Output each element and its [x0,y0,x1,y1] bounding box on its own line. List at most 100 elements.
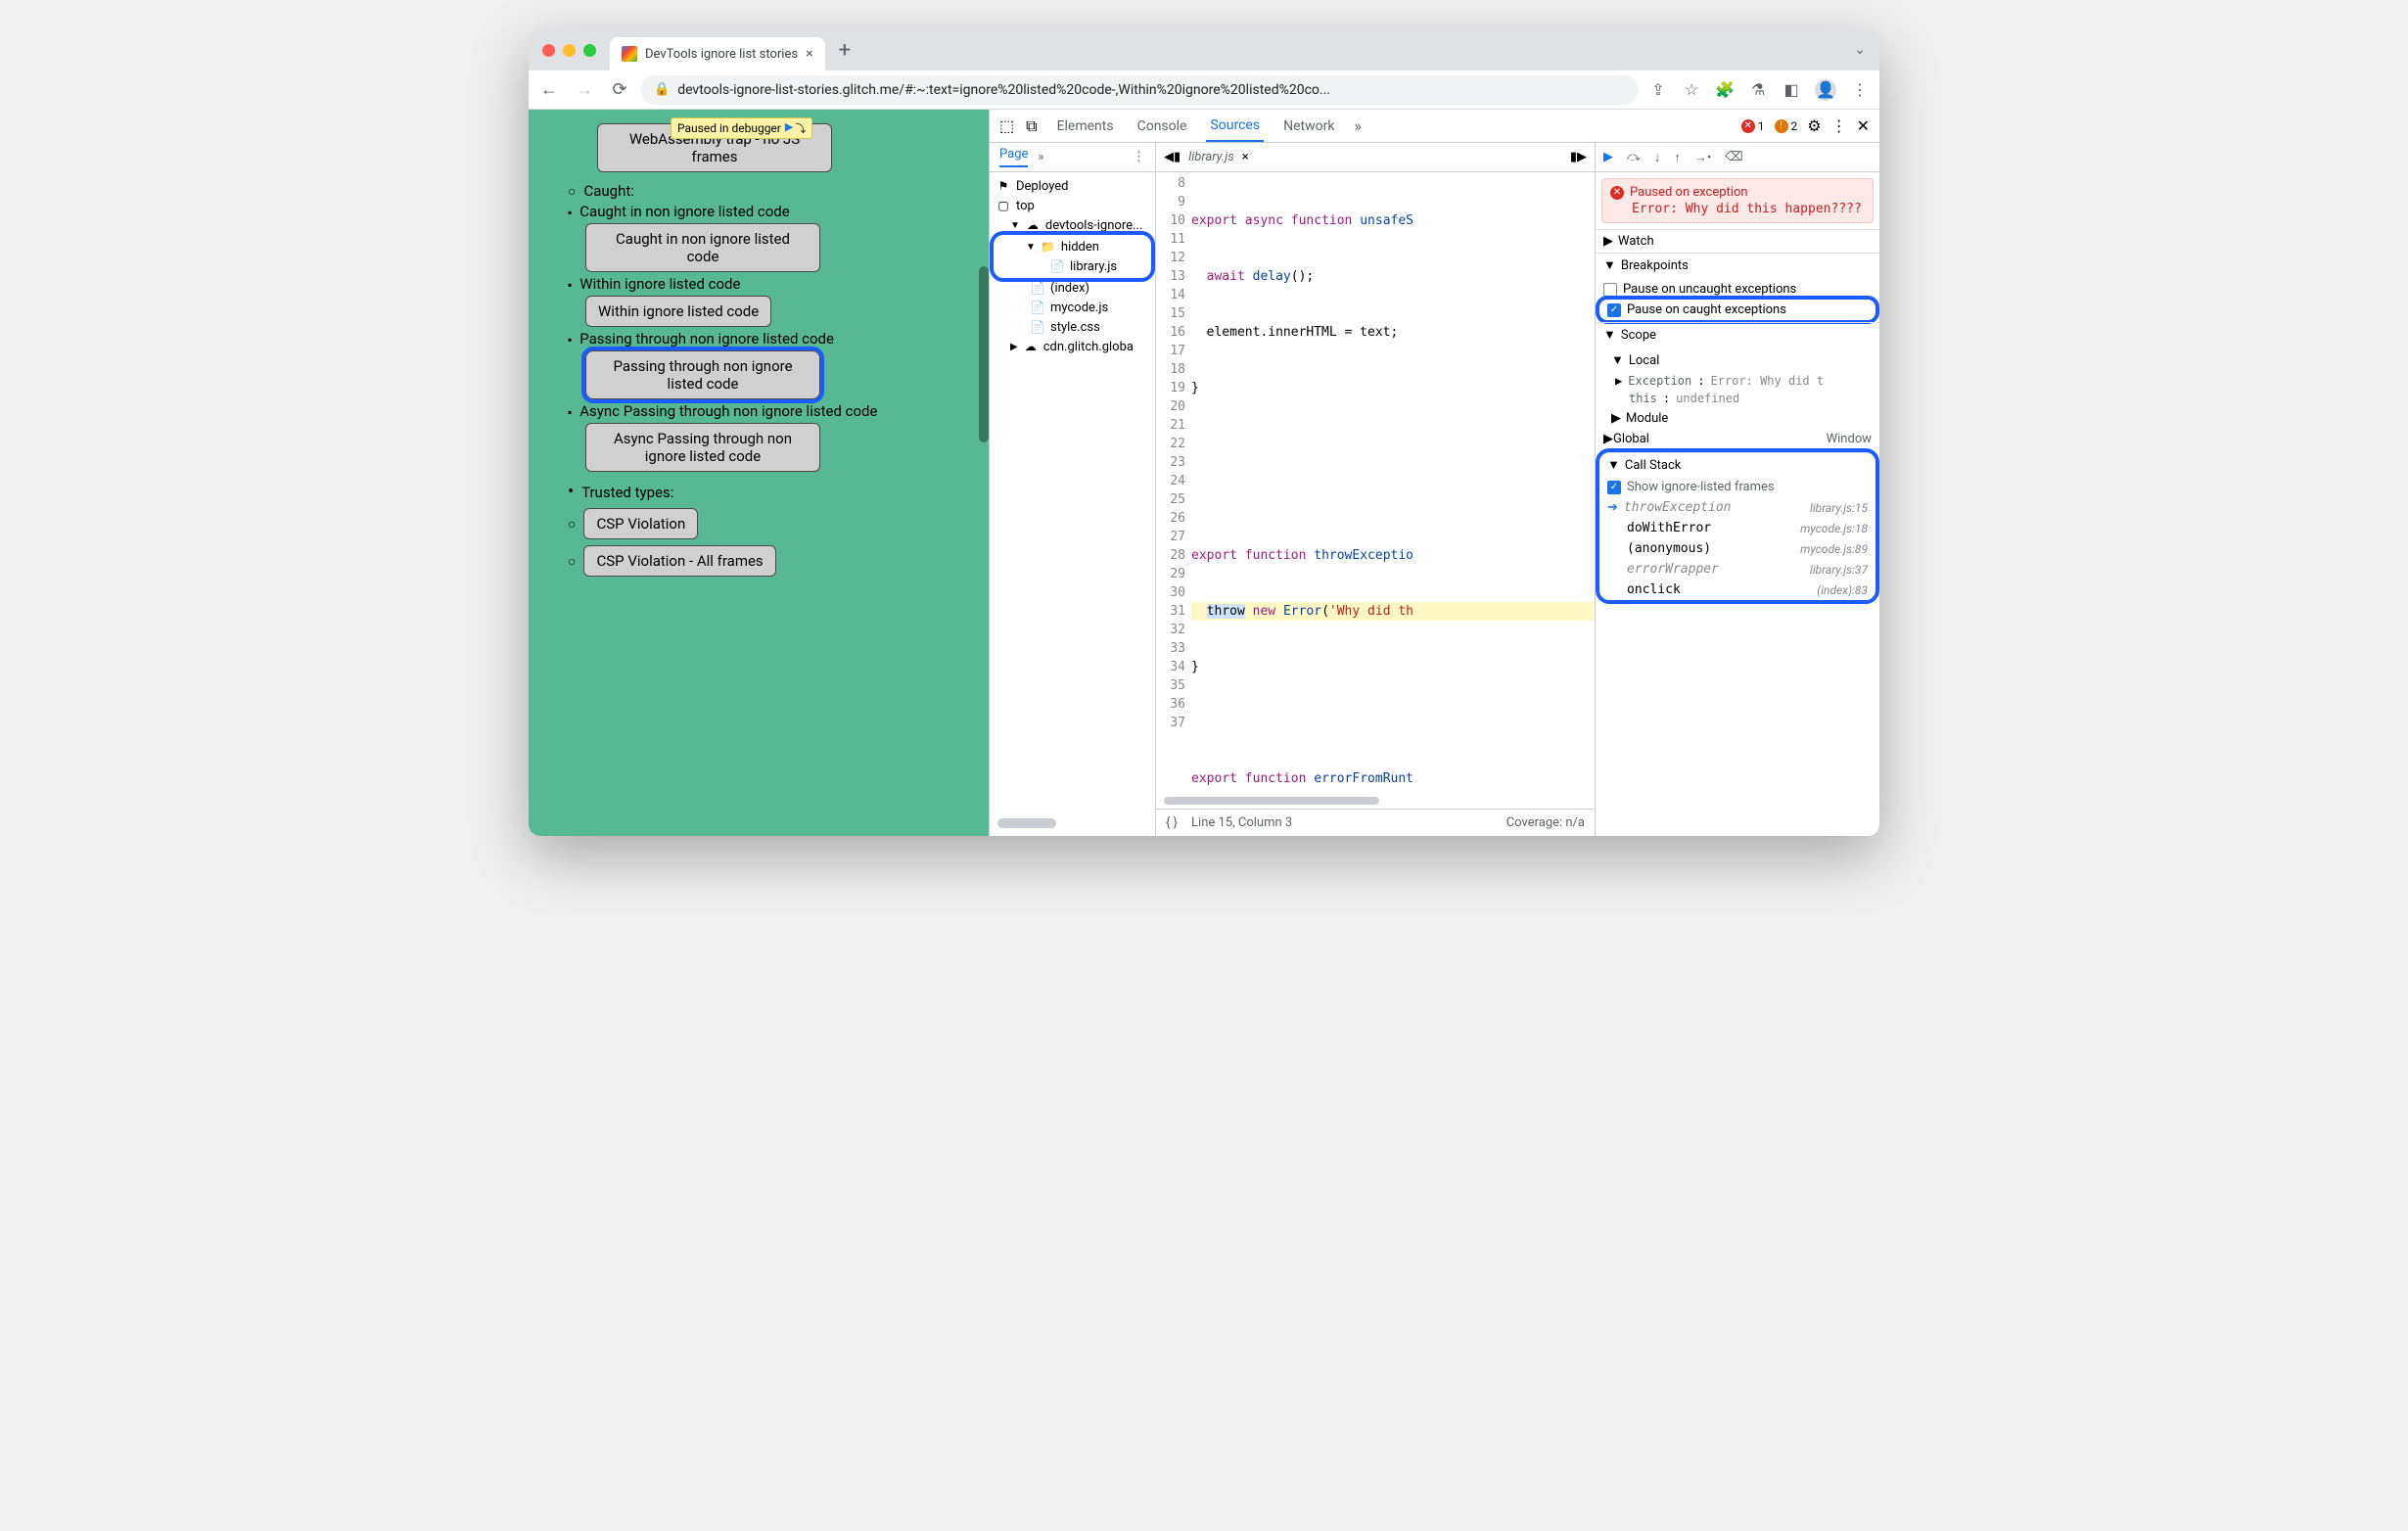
frame-function: errorWrapper [1627,562,1719,577]
tab-list-chevron-icon[interactable]: ⌄ [1854,42,1866,58]
reload-button[interactable]: ⟳ [609,79,630,101]
browser-toolbar: ← → ⟳ 🔒 devtools-ignore-list-stories.gli… [529,70,1879,110]
section-watch[interactable]: ▶Watch [1596,230,1879,253]
close-tab-icon[interactable]: × [806,46,812,62]
file-icon: 📄 [1030,280,1045,296]
address-bar[interactable]: 🔒 devtools-ignore-list-stories.glitch.me… [640,75,1639,105]
pretty-print-icon[interactable]: { } [1166,815,1178,830]
navigator-more-icon[interactable]: » [1038,150,1043,164]
deactivate-breakpoints-icon[interactable]: ⌫ [1725,150,1742,164]
section-breakpoints[interactable]: ▼Breakpoints [1596,254,1879,277]
async-passing-button[interactable]: Async Passing through non ignore listed … [585,423,820,472]
scope-exception[interactable]: ▶Exception: Error: Why did t [1596,372,1879,390]
error-icon: ✕ [1610,186,1624,200]
call-stack-frame[interactable]: onclick(index):83 [1599,580,1875,600]
csp-violation-button[interactable]: CSP Violation [583,508,698,539]
tree-mycode-file[interactable]: 📄mycode.js [990,298,1155,317]
call-stack-frame[interactable]: ➔throwExceptionlibrary.js:15 [1599,497,1875,518]
within-ignore-button[interactable]: Within ignore listed code [585,296,771,327]
settings-icon[interactable]: ⚙ [1807,116,1821,135]
tree-deployed[interactable]: ⚑Deployed [990,176,1155,196]
browser-tab[interactable]: DevTools ignore list stories × [610,37,825,70]
resume-icon[interactable]: ▶ [785,120,793,136]
tree-top[interactable]: ▢top [990,196,1155,215]
tree-library-file[interactable]: 📄library.js [996,256,1149,276]
toggle-navigator-icon[interactable]: ◀▮ [1164,150,1181,164]
tree-index-file[interactable]: 📄(index) [990,278,1155,298]
within-ignore-label: Within ignore listed code [579,275,740,293]
step-into-icon[interactable]: ↓ [1654,150,1661,165]
navigator-kebab-icon[interactable]: ⋮ [1133,150,1145,164]
call-stack-frame[interactable]: errorWrapper library.js:37 [1599,559,1875,580]
labs-icon[interactable]: ⚗ [1748,80,1768,100]
url-text: devtools-ignore-list-stories.glitch.me/#… [677,82,1330,98]
bp-uncaught-row[interactable]: Pause on uncaught exceptions [1596,279,1879,300]
step-out-icon[interactable]: ↑ [1674,150,1681,165]
scope-local[interactable]: ▼Local [1596,348,1879,372]
call-stack-frame[interactable]: doWithErrormycode.js:18 [1599,518,1875,538]
section-scope[interactable]: ▼Scope [1596,323,1879,347]
new-tab-button[interactable]: + [839,38,851,63]
scope-global[interactable]: ▶ GlobalWindow [1596,430,1879,448]
more-tabs-icon[interactable]: » [1354,116,1362,135]
call-stack-frame[interactable]: (anonymous)mycode.js:89 [1599,538,1875,559]
pause-reason-box: ✕Paused on exception Error: Why did this… [1601,178,1874,223]
frame-location: library.js:15 [1810,501,1868,515]
tree-cdn[interactable]: ▶☁cdn.glitch.globa [990,337,1155,356]
frame-location: mycode.js:18 [1800,522,1868,535]
pause-message: Error: Why did this happen???? [1632,202,1865,216]
frame-icon: ▢ [996,198,1011,213]
caught-non-ignore-button[interactable]: Caught in non ignore listed code [585,223,820,272]
forward-button[interactable]: → [574,79,595,101]
show-ignore-listed-row[interactable]: ✓Show ignore-listed frames [1599,477,1875,497]
menu-icon[interactable]: ⋮ [1850,80,1870,100]
passing-through-button[interactable]: Passing through non ignore listed code [585,350,820,399]
section-call-stack[interactable]: ▼Call Stack [1599,453,1875,477]
toggle-debugger-icon[interactable]: ▮▶ [1570,150,1587,164]
error-count-badge[interactable]: ✕1 [1741,119,1765,133]
tree-style-file[interactable]: 📄style.css [990,317,1155,337]
bookmark-icon[interactable]: ☆ [1682,80,1701,100]
share-icon[interactable]: ⇪ [1648,80,1668,100]
checkbox-checked-icon[interactable]: ✓ [1607,303,1621,317]
step-icon[interactable]: →• [1694,150,1711,165]
step-over-icon[interactable]: ⤼ [1627,150,1641,164]
minimize-window-icon[interactable] [563,44,576,57]
bp-caught-row[interactable]: ✓Pause on caught exceptions [1599,300,1875,320]
profile-icon[interactable]: 👤 [1815,79,1836,101]
devtools-menu-icon[interactable]: ⋮ [1831,116,1847,135]
navigator-page-tab[interactable]: Page [999,147,1028,167]
close-devtools-icon[interactable]: ✕ [1857,116,1870,135]
close-file-icon[interactable]: × [1242,150,1249,164]
device-icon[interactable]: ⧉ [1026,116,1037,136]
navigator-hscroll[interactable] [997,818,1147,832]
code-lines[interactable]: export async function unsafeS await dela… [1191,172,1595,797]
resume-button[interactable]: ▶ [1603,150,1613,164]
extensions-icon[interactable]: 🧩 [1715,80,1735,100]
editor-hscroll[interactable] [1156,797,1595,809]
tree-site[interactable]: ▼☁devtools-ignore... [990,215,1155,235]
tree-hidden-folder[interactable]: ▼📁hidden [996,237,1149,256]
maximize-window-icon[interactable] [583,44,596,57]
scope-module[interactable]: ▶Module [1596,407,1879,430]
tab-sources[interactable]: Sources [1206,111,1264,142]
frame-function: onclick [1627,582,1681,597]
checkbox-checked-icon[interactable]: ✓ [1607,481,1621,494]
tab-elements[interactable]: Elements [1053,112,1118,141]
inspect-icon[interactable]: ⬚ [999,116,1014,135]
page-scrollbar[interactable] [979,266,989,442]
checkbox-unchecked-icon[interactable] [1603,283,1617,297]
warning-count-badge[interactable]: !2 [1775,119,1798,133]
line-gutter: 8910111213141516171819202122232425262728… [1156,172,1191,797]
close-window-icon[interactable] [542,44,555,57]
step-icon[interactable]: ⤵ [795,120,806,136]
account-icon[interactable]: ◧ [1782,80,1801,100]
csp-violation-all-button[interactable]: CSP Violation - All frames [583,545,775,577]
frame-function: (anonymous) [1627,541,1711,556]
tab-network[interactable]: Network [1279,112,1338,141]
back-button[interactable]: ← [538,79,560,101]
frame-location: library.js:37 [1810,563,1868,577]
sources-navigator: Page » ⋮ ⚑Deployed ▢top ▼☁devtools-ignor… [990,143,1156,836]
tab-console[interactable]: Console [1134,112,1191,141]
editor-filename[interactable]: library.js [1188,150,1234,164]
